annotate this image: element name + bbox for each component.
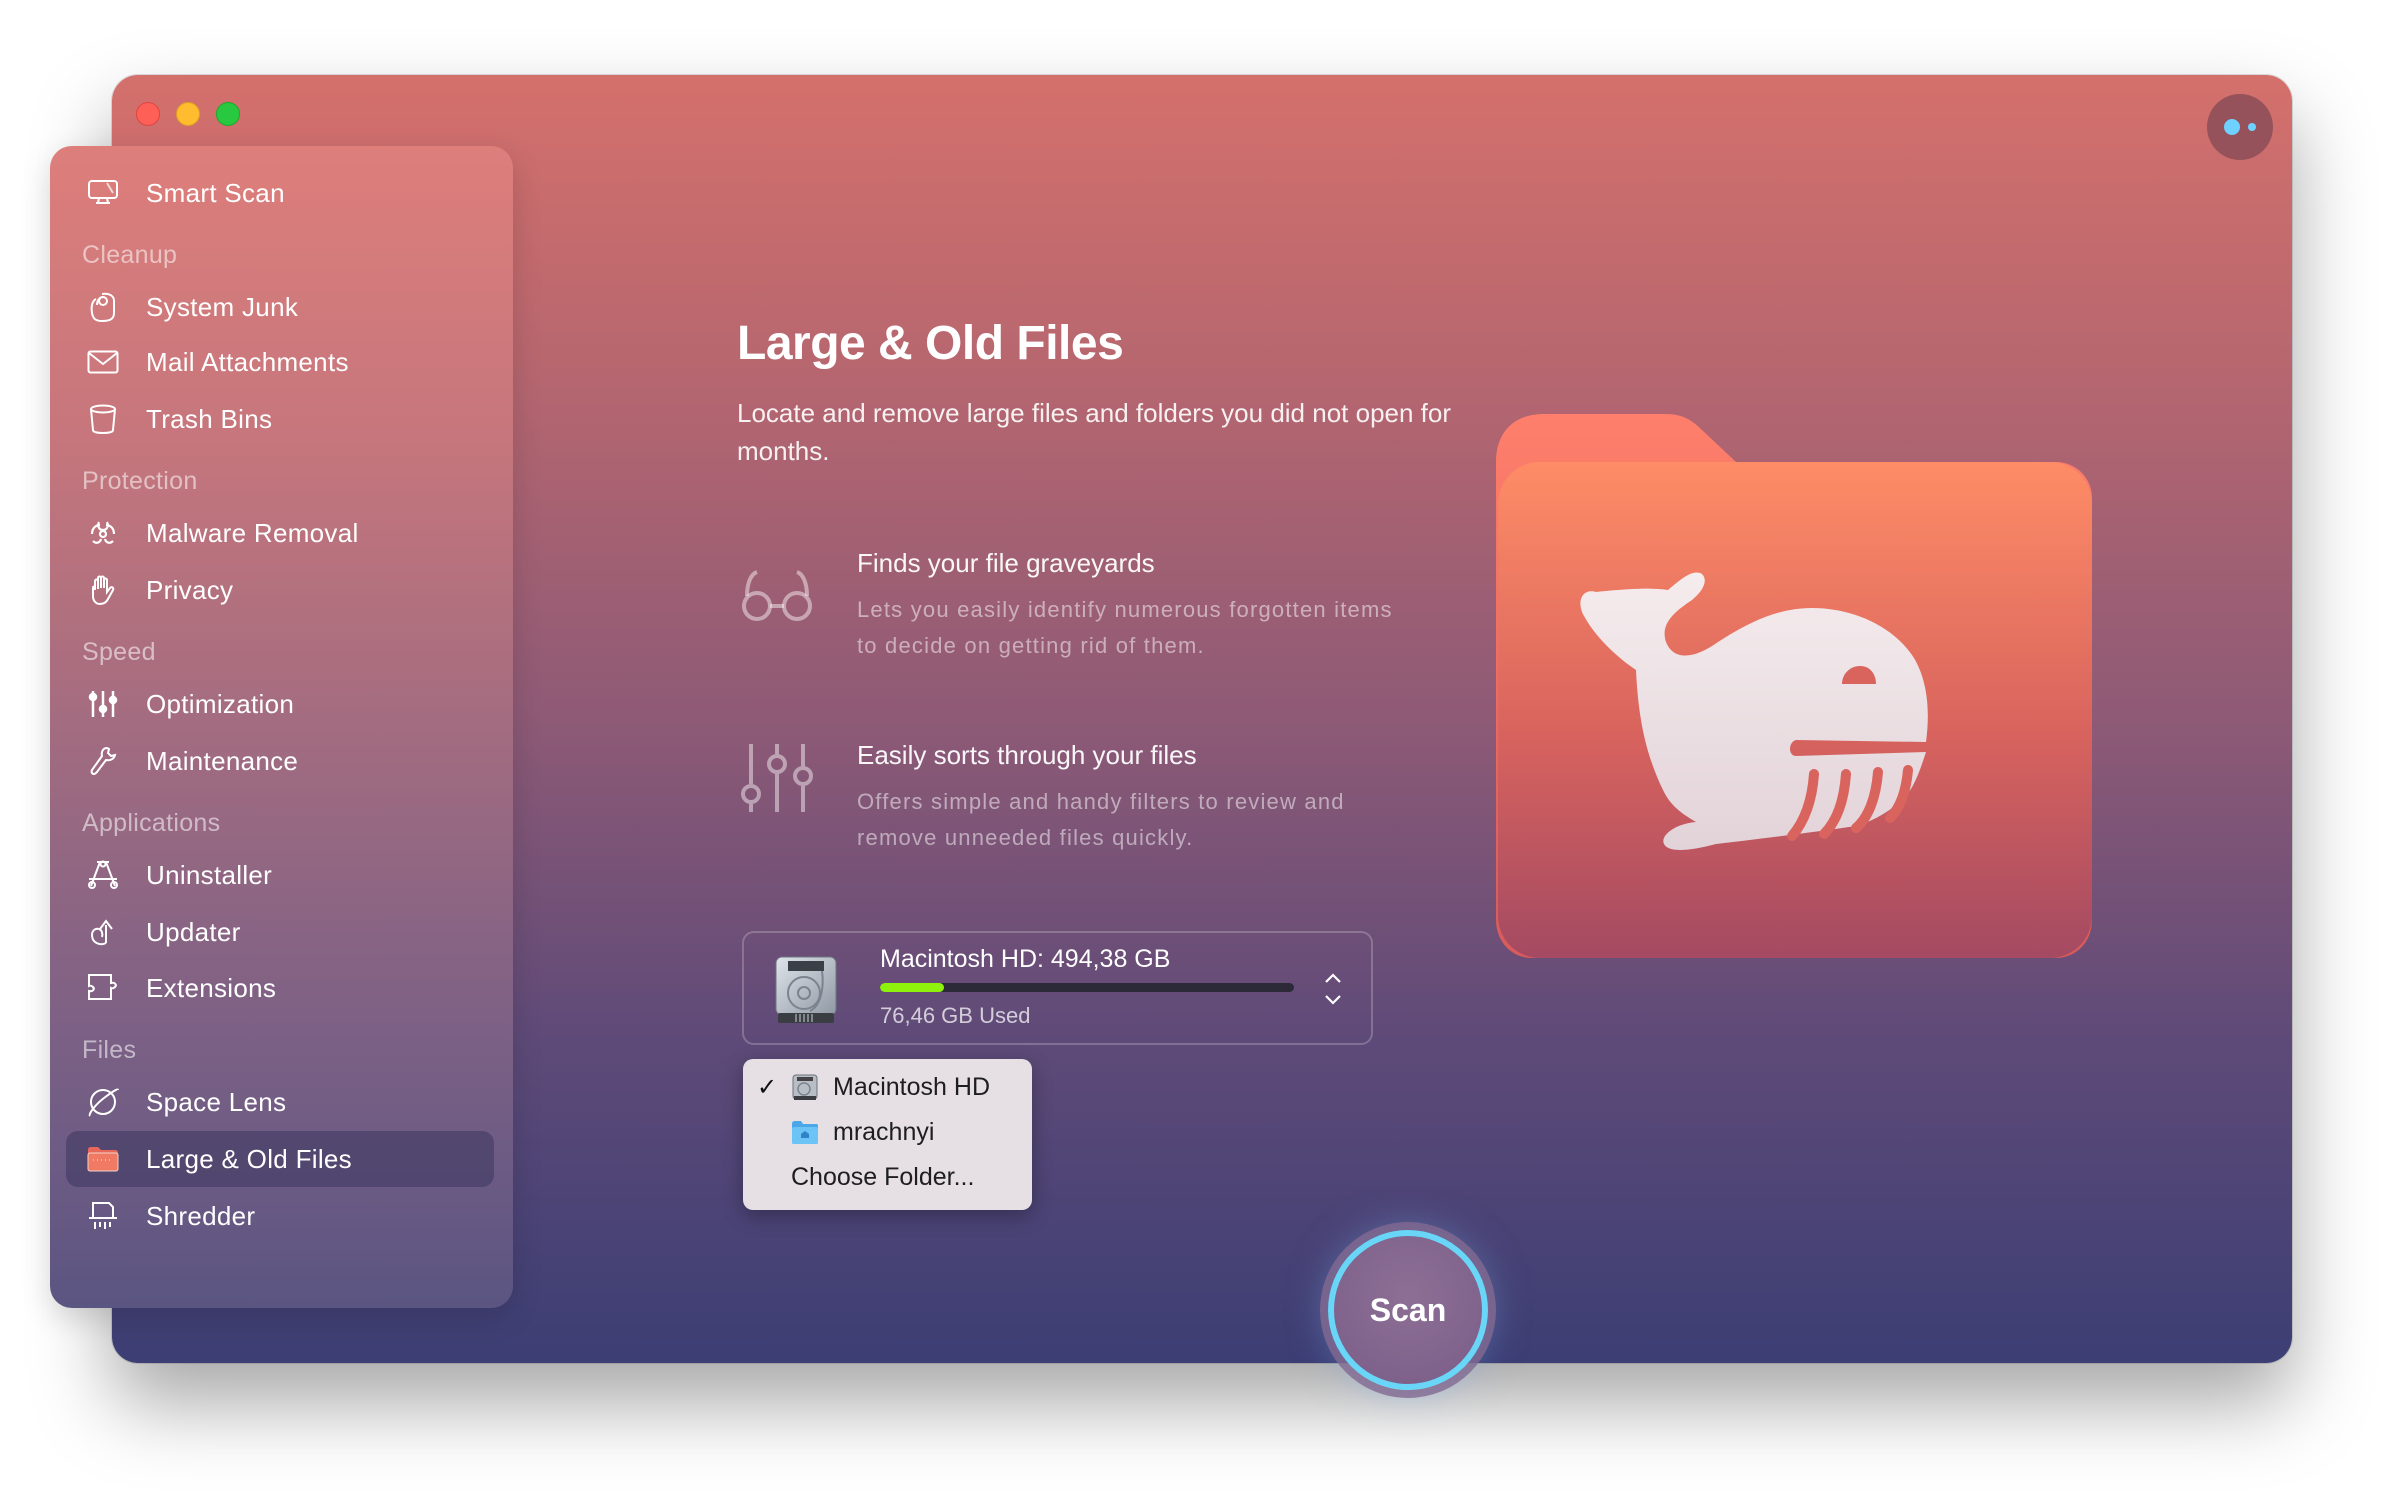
hard-drive-icon [774, 955, 838, 1025]
update-arrow-icon [86, 916, 120, 948]
sidebar-item-privacy[interactable]: Privacy [66, 562, 494, 618]
checkmark-icon: ✓ [757, 1073, 778, 1101]
close-window-button[interactable] [136, 102, 160, 126]
sidebar-item-optimization[interactable]: Optimization [66, 676, 494, 732]
disk-dropdown-menu: ✓ Macintosh HD mrachnyi Choose Folder... [743, 1059, 1032, 1210]
sidebar-item-system-junk[interactable]: System Junk [66, 279, 494, 335]
sidebar: Smart Scan Cleanup System Junk Mail Atta… [50, 146, 513, 1308]
section-applications: Applications [82, 809, 221, 837]
trash-bin-icon [86, 403, 120, 435]
sidebar-item-trash-bins[interactable]: Trash Bins [66, 391, 494, 447]
smart-scan-monitor-icon [86, 177, 120, 209]
minimize-window-button[interactable] [176, 102, 200, 126]
biohazard-icon [86, 517, 120, 549]
assistant-dot-small [2248, 123, 2256, 131]
assistant-dots-icon [2224, 119, 2240, 135]
assistant-button[interactable] [2207, 94, 2273, 160]
sidebar-item-extensions[interactable]: Extensions [66, 960, 494, 1016]
glasses-icon [737, 548, 817, 628]
sidebar-item-space-lens[interactable]: Space Lens [66, 1074, 494, 1130]
section-files: Files [82, 1036, 137, 1064]
app-store-icon [86, 859, 120, 891]
wrench-icon [86, 745, 120, 777]
shredder-icon [86, 1200, 120, 1232]
scan-button-label: Scan [1369, 1291, 1447, 1328]
hard-drive-icon [791, 1073, 819, 1101]
hand-icon [86, 574, 120, 606]
sidebar-item-updater[interactable]: Updater [66, 904, 494, 960]
disk-usage-fill [880, 983, 945, 992]
disk-name-label: Macintosh HD: 494,38 GB [880, 945, 1171, 973]
section-cleanup: Cleanup [82, 241, 178, 269]
large-old-files-whale-folder-illustration [1496, 412, 2092, 960]
sliders-icon [86, 688, 120, 720]
home-folder-icon [791, 1118, 819, 1146]
page-title: Large & Old Files [737, 317, 1124, 370]
sidebar-item-uninstaller[interactable]: Uninstaller [66, 847, 494, 903]
dropdown-item-mrachnyi[interactable]: mrachnyi [743, 1110, 1032, 1154]
puzzle-icon [86, 972, 120, 1004]
system-junk-icon [86, 291, 120, 323]
disk-usage-bar [880, 983, 1294, 992]
sidebar-item-maintenance[interactable]: Maintenance [66, 733, 494, 789]
sidebar-item-shredder[interactable]: Shredder [66, 1188, 494, 1244]
dropdown-item-macintosh-hd[interactable]: ✓ Macintosh HD [743, 1065, 1032, 1109]
sidebar-item-malware-removal[interactable]: Malware Removal [66, 505, 494, 561]
disk-used-label: 76,46 GB Used [880, 1003, 1031, 1028]
sidebar-item-mail-attachments[interactable]: Mail Attachments [66, 334, 494, 390]
sidebar-item-smart-scan[interactable]: Smart Scan [66, 165, 494, 221]
planet-icon [86, 1086, 120, 1118]
filter-sliders-icon [737, 740, 817, 820]
mail-envelope-icon [86, 346, 120, 378]
folder-icon [86, 1143, 120, 1175]
section-protection: Protection [82, 467, 198, 495]
section-speed: Speed [82, 638, 156, 666]
dropdown-item-choose-folder[interactable]: Choose Folder... [743, 1155, 1032, 1199]
page-description: Locate and remove large files and folder… [737, 398, 1452, 466]
zoom-window-button[interactable] [216, 102, 240, 126]
chevron-up-down-icon[interactable] [1323, 969, 1343, 1009]
sidebar-item-large-old-files[interactable]: Large & Old Files [66, 1131, 494, 1187]
disk-selector[interactable]: Macintosh HD: 494,38 GB 76,46 GB Used [742, 931, 1373, 1045]
scan-button[interactable]: Scan [1328, 1230, 1488, 1390]
